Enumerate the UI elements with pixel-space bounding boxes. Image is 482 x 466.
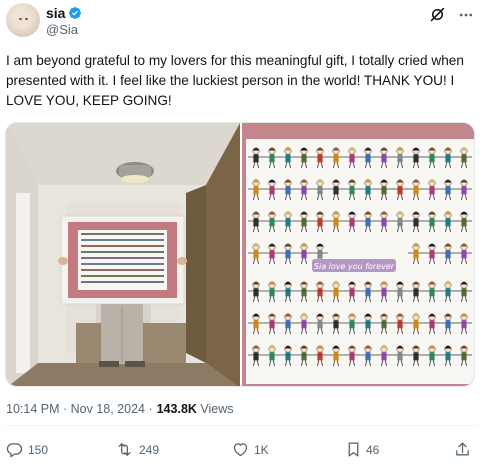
tweet-meta: 10:14 PM · Nov 18, 2024 · 143.8K Views [6,402,234,416]
media-image-2[interactable]: Sia love you forever [242,123,474,386]
tweet-actions: 150 249 1K 46 [6,441,472,461]
banner-text: Sia love you forever [314,262,395,271]
like-count: 1K [254,442,269,457]
media-image-1[interactable] [6,123,240,386]
avatar[interactable] [6,3,40,37]
tweet-text: I am beyond grateful to my lovers for th… [6,53,464,108]
repost-button[interactable]: 249 [115,441,159,458]
more-icon[interactable] [458,7,474,23]
stick-figure-drawing: Sia love you forever [242,123,474,386]
tweet-media[interactable]: Sia love you forever [5,122,475,387]
like-button[interactable]: 1K [232,441,269,458]
avatar-eye [19,18,22,20]
author-handle[interactable]: @Sia [46,22,78,37]
views-count: 143.8K [156,402,197,416]
views-label: Views [196,402,234,416]
author-name-row: sia [46,5,82,21]
share-icon [456,442,469,456]
hallway-photo [6,123,240,386]
grok-icon[interactable] [429,6,446,23]
display-name[interactable]: sia [46,5,65,21]
bookmark-button[interactable]: 46 [346,441,379,458]
bookmark-count: 46 [366,442,380,457]
tweet-top-actions [429,6,474,23]
bookmark-icon [348,442,359,457]
reply-count: 150 [28,442,49,457]
share-button[interactable] [454,441,471,458]
reply-button[interactable]: 150 [6,441,48,458]
avatar-face [15,11,31,29]
verified-badge-icon [69,7,82,19]
repost-icon [118,443,131,456]
divider [5,425,477,426]
reply-icon [6,443,23,458]
avatar-eye [25,18,28,20]
repost-count: 249 [139,442,160,457]
like-icon [233,443,248,457]
timestamp[interactable]: 10:14 PM · Nov 18, 2024 · [6,402,153,416]
